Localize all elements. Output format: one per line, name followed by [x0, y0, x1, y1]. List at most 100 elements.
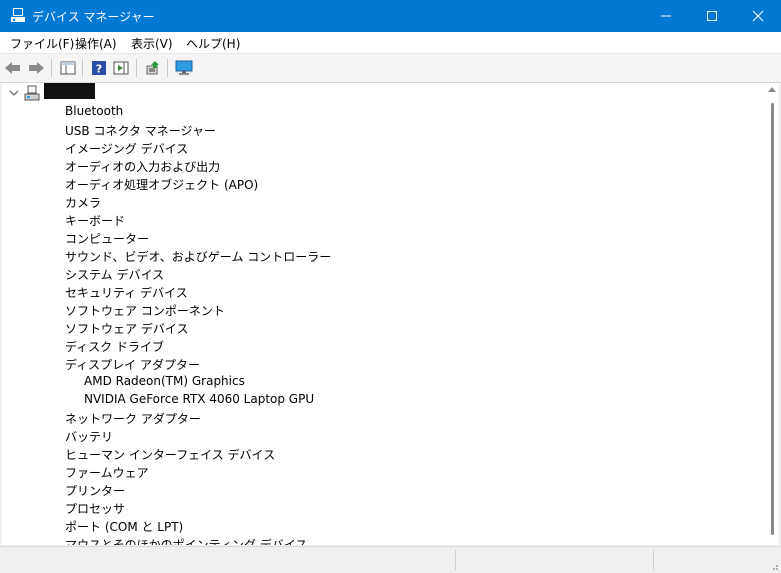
tree-item[interactable]: イメージング デバイス	[2, 138, 765, 156]
chevron-right-icon[interactable]	[26, 321, 38, 333]
forward-button[interactable]	[26, 58, 46, 78]
menu-file[interactable]: ファイル(F)	[10, 35, 74, 52]
status-separator	[455, 550, 456, 570]
chevron-right-icon[interactable]	[26, 501, 38, 513]
chevron-right-icon[interactable]	[26, 465, 38, 477]
tree-item[interactable]: マウスとそのほかのポインティング デバイス	[2, 534, 765, 545]
minimize-button[interactable]	[643, 0, 689, 32]
printer-icon	[44, 481, 60, 497]
tree-item[interactable]: ソフトウェア コンポーネント	[2, 300, 765, 318]
tree-item[interactable]: ネットワーク アダプター	[2, 408, 765, 426]
display-adapter-icon	[63, 391, 79, 407]
root-name-redaction	[44, 83, 95, 99]
speaker-icon	[44, 157, 60, 173]
maximize-button[interactable]	[689, 0, 735, 32]
tree-root[interactable]	[2, 83, 765, 102]
chevron-right-icon[interactable]	[26, 159, 38, 171]
tree-item-label: ポート (COM と LPT)	[65, 520, 184, 534]
menu-help[interactable]: ヘルプ(H)	[186, 35, 240, 52]
tree-item[interactable]: ヒューマン インターフェイス デバイス	[2, 444, 765, 462]
scrollbar-thumb[interactable]	[771, 103, 774, 535]
chevron-down-icon[interactable]	[8, 87, 20, 99]
tree-item[interactable]: ファームウェア	[2, 462, 765, 480]
tree-child-label: AMD Radeon(TM) Graphics	[84, 374, 245, 388]
tree-child-label: NVIDIA GeForce RTX 4060 Laptop GPU	[84, 392, 315, 406]
vertical-scrollbar[interactable]	[765, 83, 779, 545]
resize-grip-icon[interactable]	[769, 561, 779, 571]
tree-item[interactable]: ポート (COM と LPT)	[2, 516, 765, 534]
tree-item[interactable]: USB コネクタ マネージャー	[2, 120, 765, 138]
tree-item[interactable]: コンピューター	[2, 228, 765, 246]
tree-item-label: マウスとそのほかのポインティング デバイス	[65, 538, 308, 545]
tree-item[interactable]: Bluetooth	[2, 102, 765, 120]
tree-child-item[interactable]: NVIDIA GeForce RTX 4060 Laptop GPU	[2, 390, 765, 408]
device-tree: Bluetooth USB コネクタ マネージャー イメージング デバイス オーディオ…	[2, 83, 765, 545]
chevron-right-icon[interactable]	[26, 231, 38, 243]
mouse-icon	[44, 535, 60, 545]
chevron-right-icon[interactable]	[26, 177, 38, 189]
tree-item-label: ディスク ドライブ	[65, 340, 164, 354]
tree-item-label: ソフトウェア コンポーネント	[65, 304, 225, 318]
minimize-icon	[661, 15, 671, 17]
tree-item[interactable]: システム デバイス	[2, 264, 765, 282]
chevron-right-icon[interactable]	[26, 447, 38, 459]
chevron-right-icon[interactable]	[26, 123, 38, 135]
chevron-right-icon[interactable]	[26, 267, 38, 279]
network-adapter-icon	[44, 409, 60, 425]
computer-root-icon	[24, 85, 40, 101]
tree-child-item[interactable]: AMD Radeon(TM) Graphics	[2, 372, 765, 390]
tree-item[interactable]: ディスク ドライブ	[2, 336, 765, 354]
help-button[interactable]: ?	[89, 58, 109, 78]
tree-item[interactable]: セキュリティ デバイス	[2, 282, 765, 300]
processor-icon	[44, 499, 60, 515]
chevron-right-icon[interactable]	[26, 339, 38, 351]
speaker-icon	[44, 175, 60, 191]
chevron-right-icon[interactable]	[26, 411, 38, 423]
tree-item[interactable]: ディスプレイ アダプター	[2, 354, 765, 372]
update-driver-button[interactable]	[143, 58, 163, 78]
menu-action[interactable]: 操作(A)	[75, 35, 117, 52]
tree-item[interactable]: バッテリ	[2, 426, 765, 444]
tree-item-label: ディスプレイ アダプター	[65, 358, 200, 372]
disk-drive-icon	[44, 337, 60, 353]
tree-item[interactable]: キーボード	[2, 210, 765, 228]
tree-item[interactable]: カメラ	[2, 192, 765, 210]
tree-item[interactable]: オーディオ処理オブジェクト (APO)	[2, 174, 765, 192]
tree-item[interactable]: サウンド、ビデオ、およびゲーム コントローラー	[2, 246, 765, 264]
arrow-right-icon	[29, 62, 44, 74]
device-manager-app-icon	[11, 8, 25, 22]
chevron-down-icon[interactable]	[26, 357, 38, 369]
tree-item-label: Bluetooth	[65, 104, 124, 118]
chevron-right-icon[interactable]	[26, 195, 38, 207]
chevron-right-icon[interactable]	[26, 483, 38, 495]
tree-item[interactable]: プロセッサ	[2, 498, 765, 516]
chevron-right-icon[interactable]	[26, 519, 38, 531]
close-button[interactable]	[735, 0, 781, 32]
chevron-right-icon[interactable]	[26, 105, 38, 117]
tree-item-label: キーボード	[65, 214, 126, 228]
chevron-right-icon[interactable]	[26, 429, 38, 441]
show-hide-console-tree-button[interactable]	[58, 58, 78, 78]
menu-view[interactable]: 表示(V)	[131, 35, 173, 52]
chevron-right-icon[interactable]	[26, 285, 38, 297]
chevron-right-icon[interactable]	[26, 249, 38, 261]
scan-hardware-changes-button[interactable]	[174, 58, 194, 78]
tree-item[interactable]: オーディオの入力および出力	[2, 156, 765, 174]
chevron-right-icon[interactable]	[26, 537, 38, 545]
software-device-icon	[44, 319, 60, 335]
chevron-right-icon[interactable]	[26, 141, 38, 153]
action-pane-button[interactable]	[111, 58, 131, 78]
tree-item[interactable]: ソフトウェア デバイス	[2, 318, 765, 336]
toolbar: ?	[0, 54, 781, 83]
tree-item-label: カメラ	[65, 196, 102, 210]
port-icon	[44, 517, 60, 533]
security-key-icon	[44, 283, 60, 299]
back-button[interactable]	[3, 58, 23, 78]
chevron-right-icon[interactable]	[26, 303, 38, 315]
chevron-right-icon[interactable]	[26, 213, 38, 225]
tree-item[interactable]: プリンター	[2, 480, 765, 498]
help-icon: ?	[92, 61, 106, 76]
scroll-up-arrow-icon[interactable]	[768, 87, 776, 92]
hid-icon	[44, 445, 60, 461]
tree-item-label: オーディオの入力および出力	[65, 160, 221, 174]
